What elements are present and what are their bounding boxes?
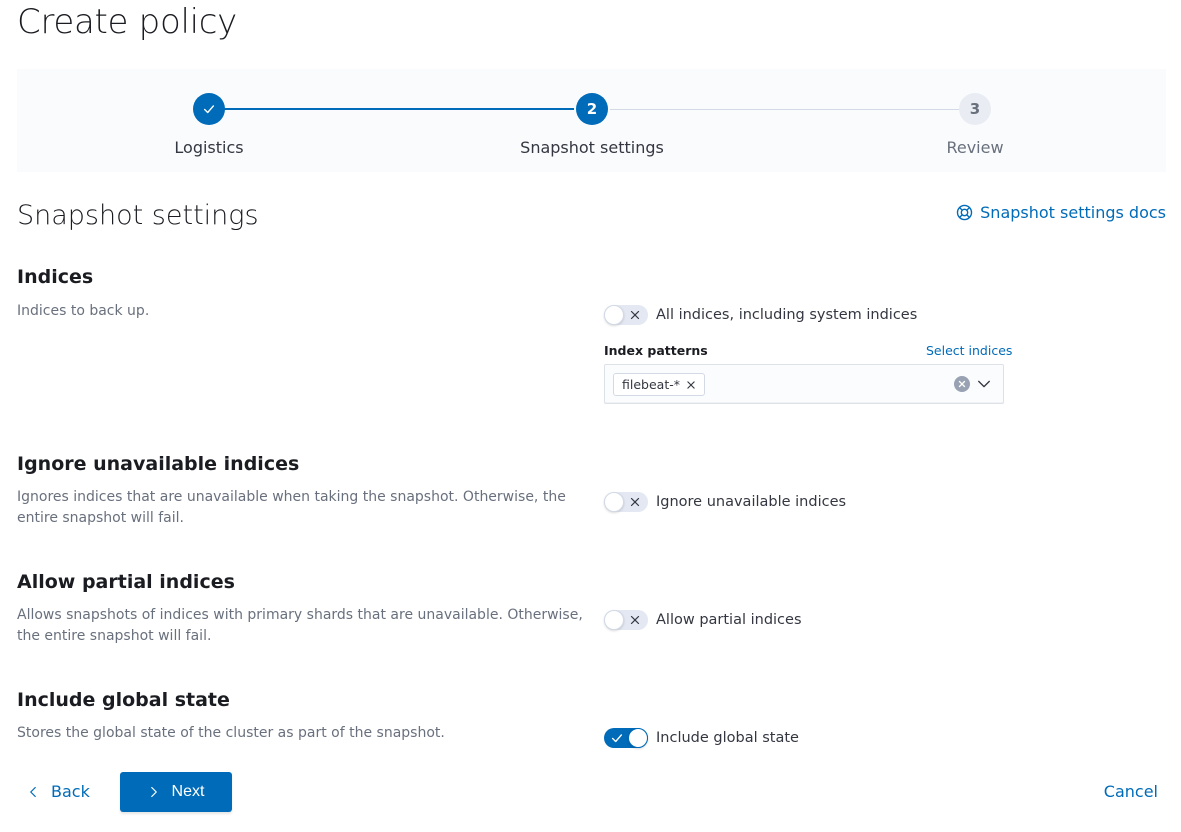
indices-title: Indices	[17, 266, 94, 288]
cross-icon	[630, 497, 640, 507]
all-indices-switch[interactable]: All indices, including system indices	[604, 305, 917, 325]
back-button[interactable]: Back	[27, 782, 90, 801]
switch-track[interactable]	[604, 610, 648, 630]
back-label: Back	[51, 782, 90, 801]
chevron-right-icon	[150, 786, 157, 798]
index-pattern-pill: filebeat-*	[613, 373, 705, 396]
switch-knob	[604, 492, 624, 512]
switch-track[interactable]	[604, 492, 648, 512]
chevron-down-icon[interactable]	[977, 377, 991, 391]
snapshot-settings-docs-link[interactable]: Snapshot settings docs	[956, 203, 1166, 222]
switch-label: Ignore unavailable indices	[656, 494, 847, 510]
lifebuoy-icon	[956, 204, 973, 221]
step-number: 3	[959, 93, 991, 125]
switch-label: All indices, including system indices	[656, 307, 918, 323]
step-complete-circle	[193, 93, 225, 125]
clear-icon	[958, 380, 966, 388]
index-patterns-label: Index patterns	[604, 343, 708, 358]
ignore-unavailable-switch[interactable]: Ignore unavailable indices	[604, 492, 846, 512]
select-indices-link[interactable]: Select indices	[926, 343, 1012, 358]
ignore-unavailable-description: Ignores indices that are unavailable whe…	[17, 489, 566, 526]
index-patterns-combobox[interactable]: filebeat-*	[604, 364, 1004, 404]
include-global-state-description: Stores the global state of the cluster a…	[17, 725, 445, 741]
cross-icon	[630, 310, 640, 320]
step-snapshot-settings[interactable]: 2 Snapshot settings	[472, 93, 712, 157]
step-number: 2	[576, 93, 608, 125]
cancel-button[interactable]: Cancel	[1104, 782, 1158, 801]
check-icon	[611, 734, 623, 743]
allow-partial-switch[interactable]: Allow partial indices	[604, 610, 802, 630]
ignore-unavailable-title: Ignore unavailable indices	[17, 453, 300, 475]
include-global-state-switch[interactable]: Include global state	[604, 728, 799, 748]
switch-label: Allow partial indices	[656, 612, 802, 628]
clear-input-button[interactable]	[954, 376, 970, 392]
docs-link-label: Snapshot settings docs	[980, 203, 1166, 222]
cross-icon	[630, 615, 640, 625]
step-label: Logistics	[174, 138, 244, 157]
switch-knob	[628, 728, 648, 748]
switch-knob	[604, 610, 624, 630]
page-title: Create policy	[17, 2, 237, 42]
check-icon	[203, 105, 215, 114]
switch-knob	[604, 305, 624, 325]
indices-description: Indices to back up.	[17, 303, 150, 319]
step-logistics[interactable]: Logistics	[89, 93, 329, 157]
switch-track[interactable]	[604, 305, 648, 325]
chevron-left-icon	[30, 786, 36, 797]
step-label: Snapshot settings	[520, 138, 664, 157]
next-label: Next	[171, 783, 205, 800]
include-global-state-title: Include global state	[17, 689, 230, 711]
allow-partial-description: Allows snapshots of indices with primary…	[17, 607, 583, 644]
step-review[interactable]: 3 Review	[855, 93, 1095, 157]
step-label: Review	[946, 138, 1004, 157]
allow-partial-title: Allow partial indices	[17, 571, 235, 593]
switch-label: Include global state	[656, 730, 799, 746]
switch-track[interactable]	[604, 728, 648, 748]
next-button[interactable]: Next	[120, 772, 232, 812]
remove-pill-icon[interactable]	[686, 380, 696, 390]
steps-nav: Logistics 2 Snapshot settings 3 Review	[17, 69, 1166, 172]
section-title: Snapshot settings	[17, 200, 259, 231]
pill-label: filebeat-*	[622, 377, 680, 392]
